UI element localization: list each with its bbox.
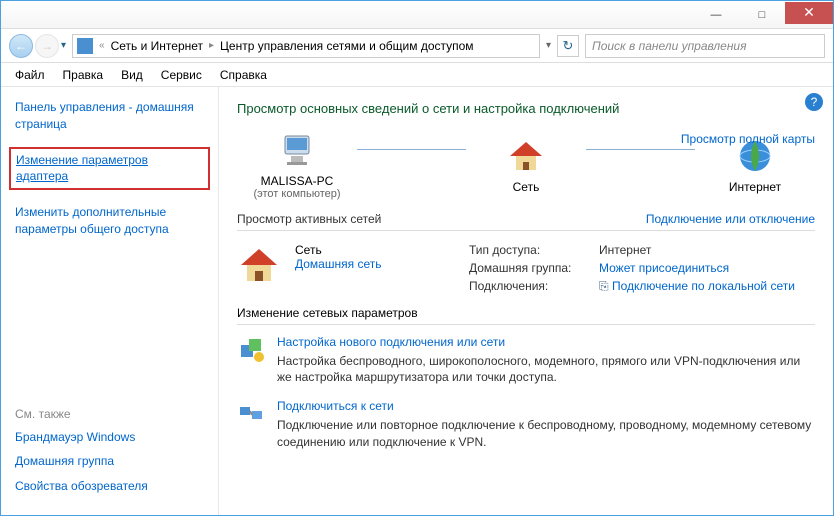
help-icon[interactable]: ? [805,93,823,111]
connect-network-icon [237,399,265,427]
forward-button[interactable]: → [35,34,59,58]
prop-homegroup-link[interactable]: Может присоединиться [599,261,815,275]
node-network-label: Сеть [513,180,540,194]
menu-file[interactable]: Файл [15,68,45,82]
menu-tools[interactable]: Сервис [161,68,202,82]
house-icon [506,136,546,176]
search-input[interactable]: Поиск в панели управления [585,34,825,58]
option-new-connection-desc: Настройка беспроводного, широкополосного… [277,353,815,385]
sidebar-home[interactable]: Панель управления - домашняя страница [15,100,194,131]
network-properties: Тип доступа: Интернет Домашняя группа: М… [469,243,815,294]
chevron-icon: « [99,40,105,51]
node-computer: MALISSA-PC (этот компьютер) [237,130,357,200]
sidebar-homegroup[interactable]: Домашняя группа [15,453,204,470]
view-full-map-link[interactable]: Просмотр полной карты [681,132,815,146]
node-computer-label: MALISSA-PC [261,174,334,188]
active-networks-header: Просмотр активных сетей Подключение или … [237,208,815,231]
sidebar-ie-options[interactable]: Свойства обозревателя [15,478,204,495]
prop-connections-link[interactable]: ⎘ Подключение по локальной сети [599,279,815,294]
titlebar: — □ ✕ [1,1,833,29]
prop-access-val: Интернет [599,243,815,257]
menu-edit[interactable]: Правка [63,68,104,82]
network-type-link[interactable]: Домашняя сеть [295,257,455,271]
network-map: Просмотр полной карты MALISSA-PC (этот к… [237,130,815,200]
menu-view[interactable]: Вид [121,68,143,82]
back-button[interactable]: ← [9,34,33,58]
network-name: Сеть [295,243,455,257]
nav-dropdown[interactable]: ▾ [61,40,66,51]
new-connection-icon [237,335,265,363]
see-also-header: См. также [15,407,204,421]
network-icon [77,38,93,54]
node-internet-label: Интернет [729,180,781,194]
close-button[interactable]: ✕ [785,2,833,24]
option-connect-network-desc: Подключение или повторное подключение к … [277,417,815,449]
connect-disconnect-link[interactable]: Подключение или отключение [646,212,815,226]
node-network: Сеть [466,136,586,194]
connection-line [357,149,466,150]
option-new-connection: Настройка нового подключения или сети На… [237,335,815,385]
crumb-sharing-center[interactable]: Центр управления сетями и общим доступом [220,39,474,53]
breadcrumb[interactable]: « Сеть и Интернет ▸ Центр управления сет… [72,34,540,58]
sidebar-firewall[interactable]: Брандмауэр Windows [15,429,204,446]
addr-dropdown[interactable]: ▾ [546,40,551,51]
sidebar-adapter-settings[interactable]: Изменение параметров адаптера [16,153,148,184]
main-panel: ? Просмотр основных сведений о сети и на… [219,87,833,515]
menu-bar: Файл Правка Вид Сервис Справка [1,63,833,87]
content: Панель управления - домашняя страница Из… [1,87,833,515]
menu-help[interactable]: Справка [220,68,267,82]
node-computer-sub: (этот компьютер) [253,188,340,200]
network-detail: Сеть Домашняя сеть Тип доступа: Интернет… [237,243,815,294]
chevron-icon: ▸ [209,40,214,51]
address-bar: ← → ▾ « Сеть и Интернет ▸ Центр управлен… [1,29,833,63]
active-networks-label: Просмотр активных сетей [237,212,381,226]
page-title: Просмотр основных сведений о сети и наст… [237,101,815,116]
option-connect-network: Подключиться к сети Подключение или повт… [237,399,815,449]
ethernet-icon: ⎘ [599,279,609,293]
computer-icon [277,130,317,170]
change-settings-header: Изменение сетевых параметров [237,306,815,325]
prop-access-key: Тип доступа: [469,243,599,257]
prop-homegroup-key: Домашняя группа: [469,261,599,275]
minimize-button[interactable]: — [693,4,739,26]
prop-connections-key: Подключения: [469,279,599,294]
option-connect-network-link[interactable]: Подключиться к сети [277,399,815,413]
sidebar: Панель управления - домашняя страница Из… [1,87,219,515]
connection-line [586,149,695,150]
highlight-box: Изменение параметров адаптера [9,147,210,191]
refresh-button[interactable]: ↻ [557,35,579,57]
maximize-button[interactable]: □ [739,4,785,26]
sidebar-sharing-settings[interactable]: Изменить дополнительные параметры общего… [15,205,169,236]
house-icon [237,243,281,287]
option-new-connection-link[interactable]: Настройка нового подключения или сети [277,335,815,349]
crumb-network[interactable]: Сеть и Интернет [111,39,203,53]
